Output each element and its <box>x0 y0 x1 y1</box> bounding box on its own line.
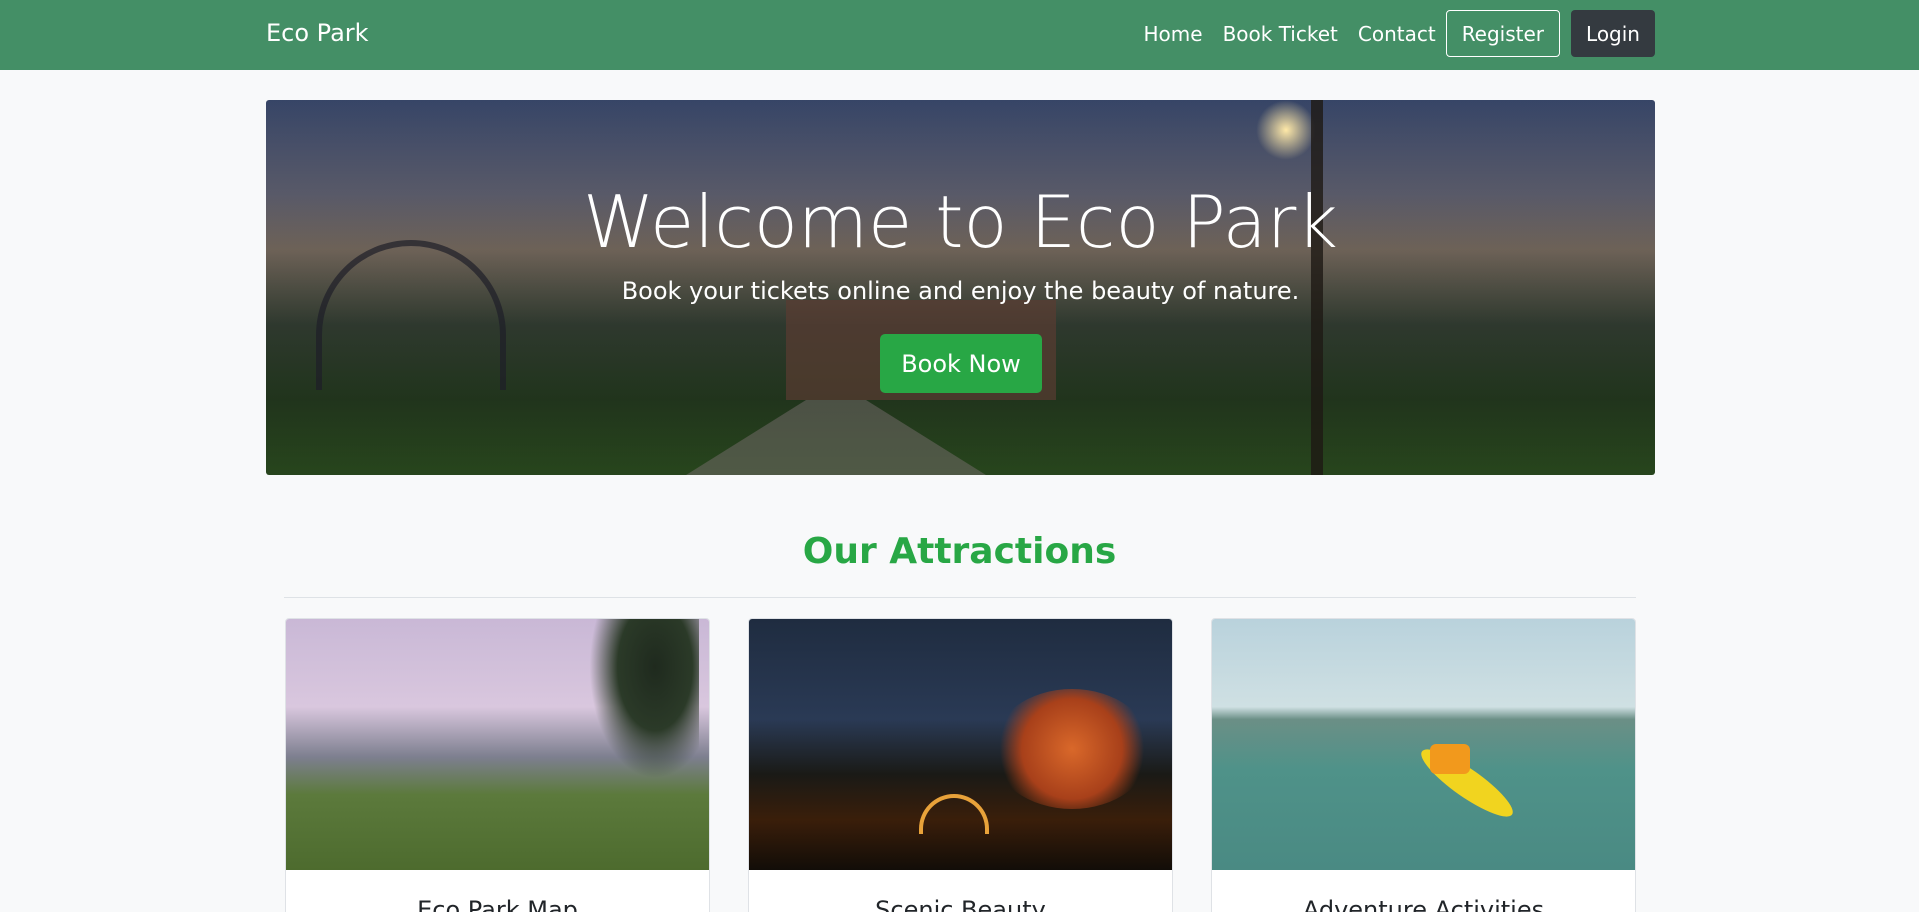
hero-path-shape <box>686 400 986 475</box>
attraction-card-map[interactable]: Eco Park Map <box>285 618 710 912</box>
eco-park-map-image <box>286 619 709 870</box>
nav-links: Home Book Ticket Contact Register Login <box>1134 10 1655 57</box>
hero-banner: Welcome to Eco Park Book your tickets on… <box>266 100 1655 475</box>
nav-link-book-ticket[interactable]: Book Ticket <box>1213 22 1348 46</box>
hero-title: Welcome to Eco Park <box>582 180 1338 264</box>
section-divider <box>284 597 1636 598</box>
adventure-activities-image <box>1212 619 1635 870</box>
card-title: Scenic Beauty <box>875 896 1046 912</box>
attraction-card-scenic[interactable]: Scenic Beauty <box>748 618 1173 912</box>
bridge-shape <box>919 794 989 834</box>
palm-tree-shape <box>589 619 699 779</box>
nav-link-home[interactable]: Home <box>1134 22 1213 46</box>
navbar: Eco Park Home Book Ticket Contact Regist… <box>0 0 1919 70</box>
book-now-button[interactable]: Book Now <box>880 334 1042 393</box>
brand-logo[interactable]: Eco Park <box>266 19 369 47</box>
hero-lamp-glow <box>1256 100 1316 160</box>
card-title: Eco Park Map <box>417 896 578 912</box>
lit-tree-shape <box>992 689 1152 809</box>
card-title: Adventure Activities <box>1302 896 1545 912</box>
register-button[interactable]: Register <box>1445 10 1561 57</box>
hero-subtitle: Book your tickets online and enjoy the b… <box>621 277 1300 305</box>
login-button[interactable]: Login <box>1571 10 1655 57</box>
paddler-shape <box>1430 744 1470 774</box>
scenic-beauty-image <box>749 619 1172 870</box>
attractions-heading: Our Attractions <box>802 531 1117 572</box>
attraction-card-adventure[interactable]: Adventure Activities <box>1211 618 1636 912</box>
nav-link-contact[interactable]: Contact <box>1348 22 1446 46</box>
